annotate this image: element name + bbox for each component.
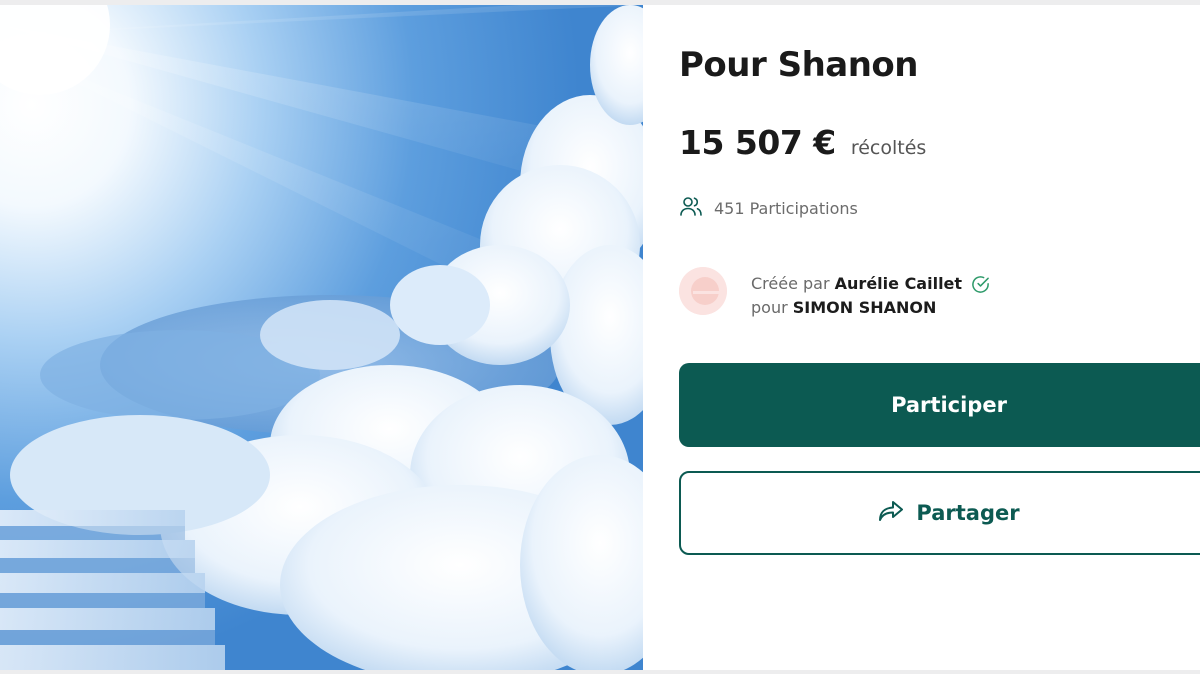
users-icon bbox=[679, 195, 714, 221]
created-by-prefix: Créée par bbox=[751, 274, 830, 293]
amount-suffix: récoltés bbox=[850, 137, 927, 159]
avatar[interactable] bbox=[679, 267, 727, 315]
created-by-line: Créée par Aurélie Caillet bbox=[751, 272, 990, 296]
avatar-e-icon bbox=[679, 267, 727, 315]
creator-name[interactable]: Aurélie Caillet bbox=[835, 272, 962, 296]
campaign-title: Pour Shanon bbox=[679, 45, 919, 85]
page: Pour Shanon 15 507 € récoltés 451 Partic… bbox=[0, 0, 1200, 674]
campaign-image bbox=[0, 5, 643, 670]
beneficiary-line: pour SIMON SHANON bbox=[751, 296, 990, 320]
creator-info: Créée par Aurélie Caillet pour SIMON SHA… bbox=[679, 267, 990, 320]
participations-label: 451 Participations bbox=[714, 198, 858, 218]
share-arrow-icon bbox=[878, 500, 916, 527]
share-button[interactable]: Partager bbox=[679, 471, 1200, 555]
participate-button[interactable]: Participer bbox=[679, 363, 1200, 447]
for-prefix: pour bbox=[751, 298, 788, 317]
campaign-info-panel: Pour Shanon 15 507 € récoltés 451 Partic… bbox=[643, 5, 1200, 670]
amount-value: 15 507 € bbox=[679, 123, 836, 162]
participations-count: 451 Participations bbox=[679, 195, 858, 221]
beneficiary-name: SIMON SHANON bbox=[792, 298, 937, 317]
amount-raised: 15 507 € récoltés bbox=[679, 123, 926, 162]
check-circle-icon bbox=[971, 275, 990, 294]
participate-label: Participer bbox=[891, 393, 1007, 417]
creator-text: Créée par Aurélie Caillet pour SIMON SHA… bbox=[751, 272, 990, 320]
share-label: Partager bbox=[916, 501, 1020, 525]
sky-clouds-illustration bbox=[0, 5, 643, 670]
